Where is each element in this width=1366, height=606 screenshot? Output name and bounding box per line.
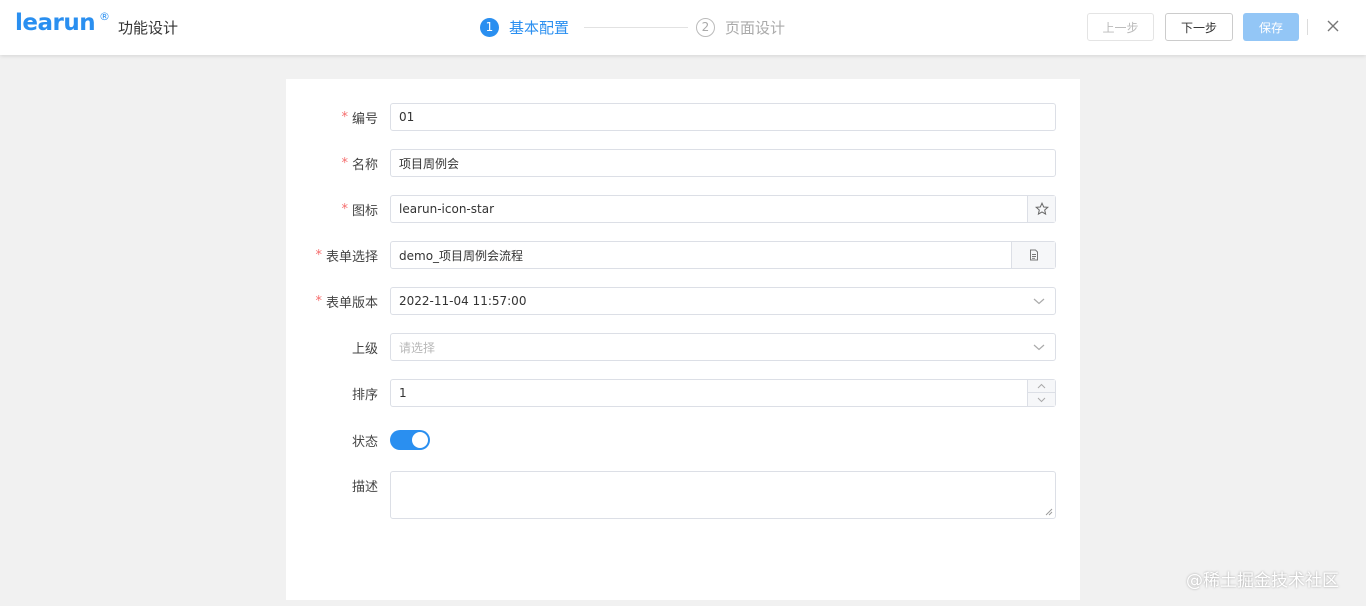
decrement-button[interactable] xyxy=(1028,393,1055,406)
required-mark: * xyxy=(341,201,348,217)
form-row-description: 描述 xyxy=(286,471,1080,519)
header-divider xyxy=(1307,19,1308,35)
form-row-form-version: * 表单版本 2022-11-04 11:57:00 xyxy=(286,287,1080,315)
resize-handle-icon[interactable] xyxy=(1045,508,1053,516)
required-mark: * xyxy=(341,155,348,171)
step-label: 页面设计 xyxy=(725,18,786,37)
chevron-up-icon xyxy=(1037,383,1046,389)
field-label: 上级 xyxy=(351,341,378,357)
form-row-form-select: * 表单选择 demo_项目周例会流程 xyxy=(286,241,1080,269)
required-mark: * xyxy=(315,293,322,309)
logo-registered-mark: ® xyxy=(99,10,110,23)
close-icon[interactable] xyxy=(1324,17,1342,35)
form-row-sort: 排序 1 xyxy=(286,379,1080,407)
required-mark: * xyxy=(315,247,322,263)
form-select-input[interactable]: demo_项目周例会流程 xyxy=(390,241,1056,269)
description-textarea[interactable] xyxy=(390,471,1056,519)
top-bar: learun ® 功能设计 1 基本配置 2 页面设计 上一步 下一步 保存 xyxy=(0,0,1366,55)
logo: learun xyxy=(15,10,96,36)
chevron-down-icon xyxy=(1037,397,1046,402)
page-title: 功能设计 xyxy=(118,19,179,37)
icon-input[interactable]: learun-icon-star xyxy=(390,195,1056,223)
field-label: * 名称 xyxy=(341,155,378,173)
sort-number-input[interactable]: 1 xyxy=(390,379,1056,407)
save-button[interactable]: 保存 xyxy=(1243,13,1299,41)
name-input[interactable]: 项目周例会 xyxy=(390,149,1056,177)
next-step-button[interactable]: 下一步 xyxy=(1165,13,1233,41)
field-label: 描述 xyxy=(351,479,378,495)
required-mark: * xyxy=(341,109,348,125)
toggle-knob xyxy=(412,432,428,448)
step-connector xyxy=(584,27,688,28)
field-label: 状态 xyxy=(351,434,378,450)
quantity-stepper xyxy=(1027,380,1055,406)
form-row-icon: * 图标 learun-icon-star xyxy=(286,195,1080,223)
star-icon xyxy=(1034,202,1049,216)
chevron-down-icon xyxy=(1033,298,1045,305)
prev-step-button[interactable]: 上一步 xyxy=(1087,13,1154,41)
icon-picker-button[interactable] xyxy=(1027,196,1055,222)
form-picker-button[interactable] xyxy=(1011,242,1055,268)
form-row-parent: 上级 请选择 xyxy=(286,333,1080,361)
form-row-status: 状态 xyxy=(286,426,1080,454)
document-icon xyxy=(1029,249,1038,261)
step-page-design[interactable]: 2 页面设计 xyxy=(696,16,785,38)
field-label: * 表单选择 xyxy=(315,247,378,265)
chevron-down-icon xyxy=(1033,344,1045,351)
form-card: * 编号 01 * 名称 项目周例会 * 图标 learun-icon-star * 表… xyxy=(286,79,1080,600)
parent-select[interactable]: 请选择 xyxy=(390,333,1056,361)
field-label: * 图标 xyxy=(341,201,378,219)
field-label: * 表单版本 xyxy=(315,293,378,311)
code-input[interactable]: 01 xyxy=(390,103,1056,131)
step-label: 基本配置 xyxy=(509,18,570,37)
step-number: 2 xyxy=(696,17,715,37)
form-row-code: * 编号 01 xyxy=(286,103,1080,131)
field-label: 排序 xyxy=(351,387,378,403)
field-label: * 编号 xyxy=(341,109,378,127)
step-basic-config[interactable]: 1 基本配置 xyxy=(480,16,569,38)
step-number: 1 xyxy=(480,17,499,37)
increment-button[interactable] xyxy=(1028,380,1055,393)
status-toggle[interactable] xyxy=(390,430,430,450)
watermark: @稀土掘金技术社区 xyxy=(1186,571,1339,591)
form-version-select[interactable]: 2022-11-04 11:57:00 xyxy=(390,287,1056,315)
form-row-name: * 名称 项目周例会 xyxy=(286,149,1080,177)
parent-select-placeholder: 请选择 xyxy=(399,340,436,355)
